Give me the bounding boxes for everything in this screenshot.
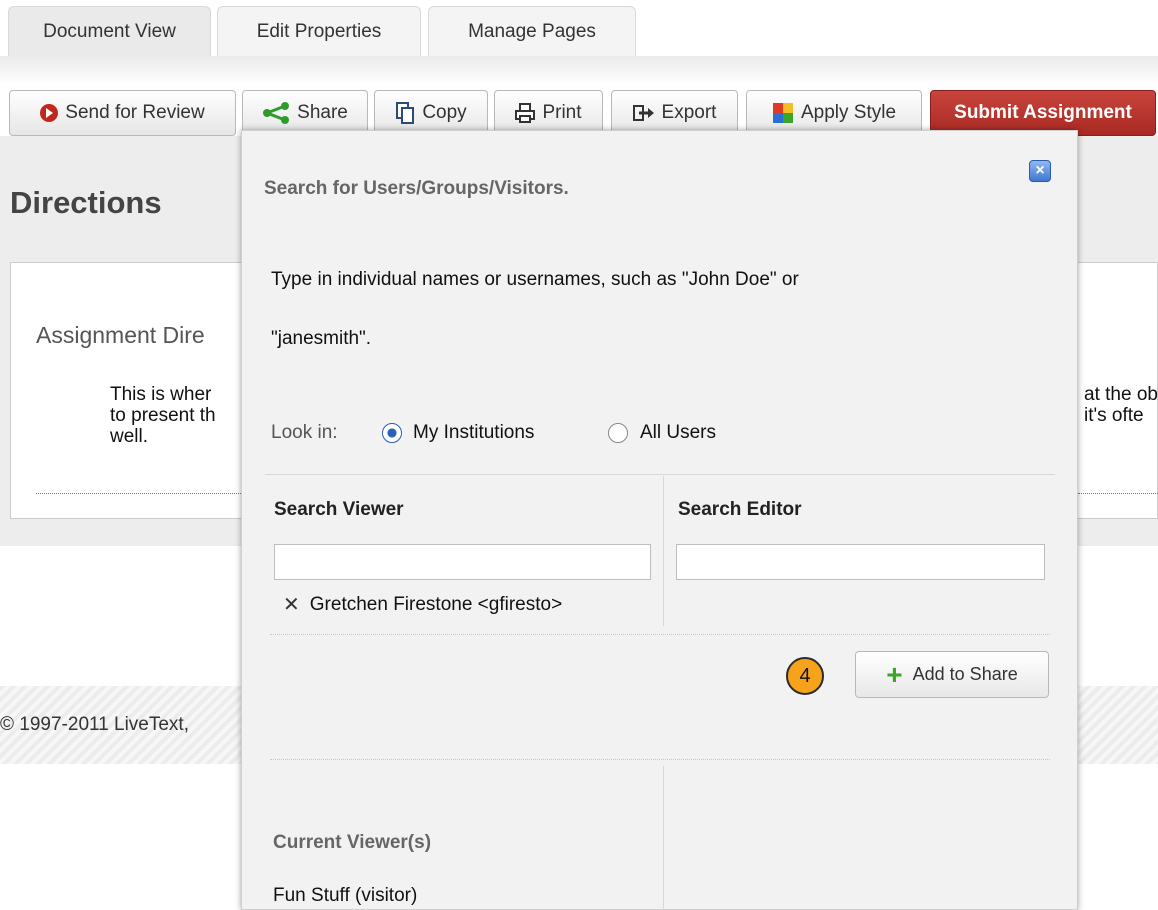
search-viewer-label: Search Viewer (274, 499, 404, 520)
search-viewer-input[interactable] (274, 544, 651, 580)
footer-copyright: © 1997-2011 LiveText, (0, 714, 189, 735)
assignment-body-left: This is wher to present th well. (110, 384, 250, 447)
add-to-share-label: Add to Share (912, 664, 1018, 684)
divider (265, 474, 1055, 475)
selected-user-name: Gretchen Firestone <gfiresto> (309, 593, 563, 615)
plus-icon: + (886, 658, 903, 690)
dialog-instructions: "janesmith". (271, 328, 372, 349)
current-viewers-heading: Current Viewer(s) (273, 832, 432, 853)
page-title: Directions (10, 185, 162, 220)
look-in-label: Look in: (271, 422, 338, 443)
my-institutions-label[interactable]: My Institutions (413, 422, 534, 444)
list-item: Fun Stuff (visitor) (273, 885, 418, 906)
body-line: This is wher (110, 384, 212, 405)
print-label: Print (542, 102, 582, 123)
close-icon[interactable]: × (1029, 160, 1051, 182)
tab-bar: Document View Edit Properties Manage Pag… (0, 0, 1158, 56)
copy-icon (396, 102, 415, 124)
apply-style-icon (772, 103, 793, 123)
divider (270, 759, 1050, 760)
body-line: to present th (110, 405, 216, 426)
send-for-review-label: Send for Review (65, 102, 205, 123)
assignment-heading: Assignment Dire (36, 322, 205, 348)
send-arrow-icon (40, 104, 59, 122)
tab-document-view[interactable]: Document View (8, 6, 211, 56)
apply-style-label: Apply Style (800, 102, 897, 123)
send-for-review-button[interactable]: Send for Review (9, 90, 236, 136)
search-editor-label: Search Editor (678, 499, 802, 520)
body-line: well. (110, 426, 149, 447)
step-badge: 4 (786, 657, 824, 695)
all-users-label[interactable]: All Users (640, 422, 716, 444)
tab-manage-pages[interactable]: Manage Pages (428, 6, 636, 56)
divider (663, 476, 664, 626)
print-icon (515, 103, 536, 123)
assignment-body-right: at the ob it's ofte (1084, 384, 1158, 426)
dialog-instructions: Type in individual names or usernames, s… (271, 269, 799, 290)
dialog-title: Search for Users/Groups/Visitors. (264, 178, 569, 199)
body-line: it's ofte (1084, 405, 1144, 426)
share-label: Share (297, 102, 348, 123)
submit-assignment-label: Submit Assignment (954, 102, 1132, 123)
divider (1078, 493, 1158, 494)
share-icon (263, 102, 290, 124)
remove-icon[interactable]: ✕ (283, 592, 300, 617)
my-institutions-radio[interactable] (382, 423, 402, 443)
export-label: Export (661, 102, 717, 123)
export-icon (632, 105, 654, 121)
search-editor-input[interactable] (676, 544, 1045, 580)
body-line: at the ob (1084, 384, 1158, 405)
all-users-radio[interactable] (608, 423, 628, 443)
divider (270, 634, 1050, 635)
selected-user-chip: ✕ Gretchen Firestone <gfiresto> (283, 592, 562, 617)
tab-underline-band (0, 56, 1158, 84)
divider (663, 766, 664, 910)
add-to-share-button[interactable]: + Add to Share (855, 651, 1049, 698)
divider (36, 493, 241, 494)
tab-edit-properties[interactable]: Edit Properties (217, 6, 421, 56)
copy-label: Copy (422, 102, 467, 123)
